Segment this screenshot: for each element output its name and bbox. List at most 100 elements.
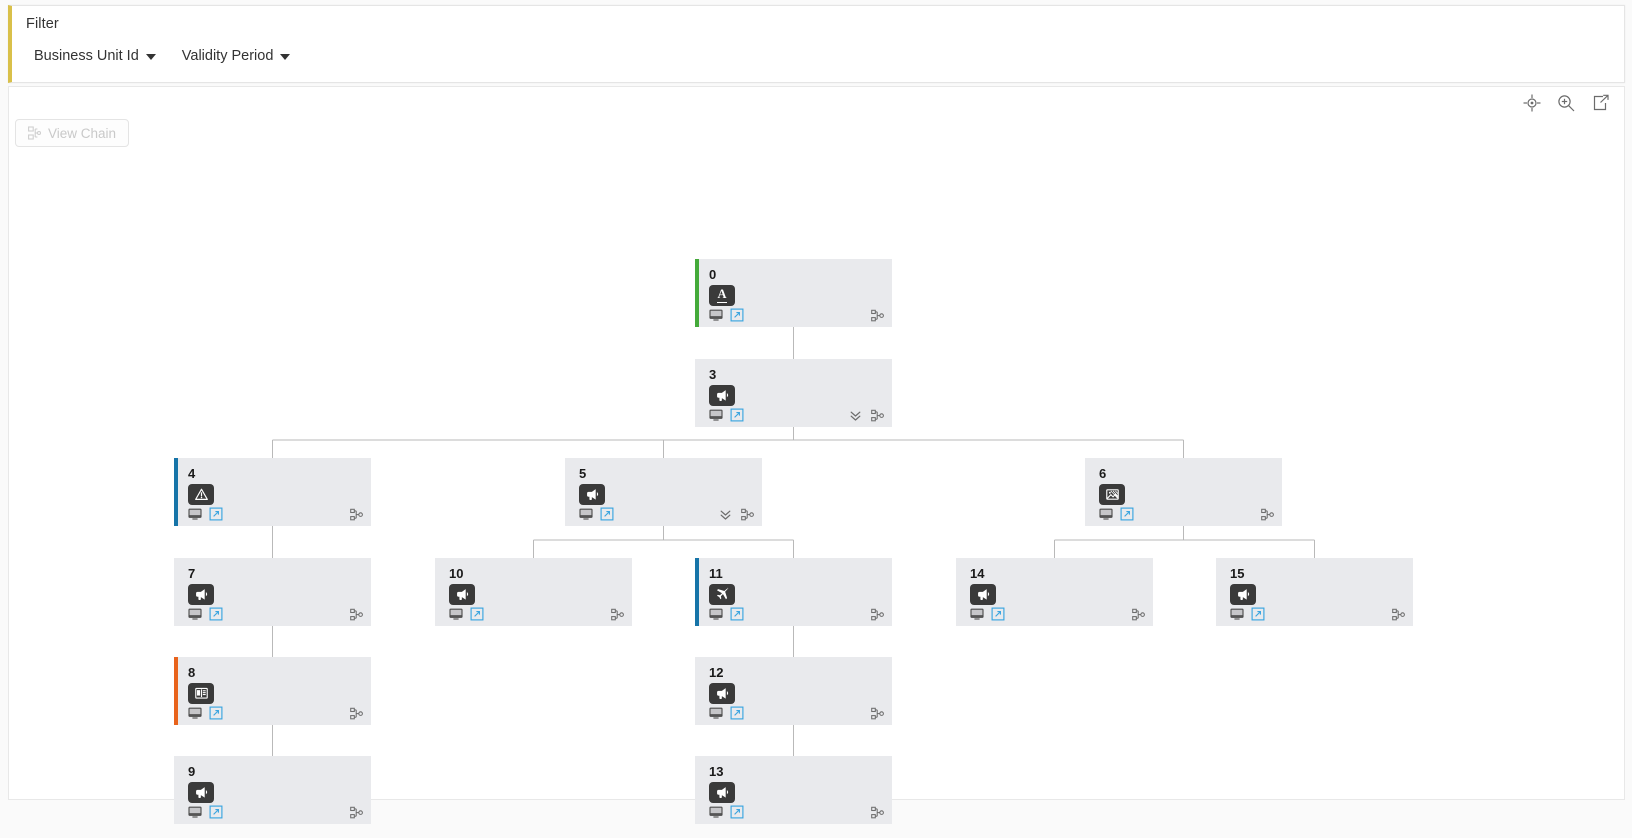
megaphone-icon xyxy=(579,484,605,505)
tree-node-footer xyxy=(188,507,223,521)
double-chevron-down-icon[interactable] xyxy=(718,507,733,522)
image-icon xyxy=(1099,484,1125,505)
tree-node-actions xyxy=(1392,608,1406,622)
hierarchy-icon[interactable] xyxy=(1392,608,1406,622)
tree-node-footer xyxy=(449,607,484,621)
tree-node-label: 5 xyxy=(579,466,587,481)
open-external-icon[interactable] xyxy=(1251,607,1265,621)
monitor-icon[interactable] xyxy=(1230,607,1244,621)
chart-canvas: View Chain 0 A 3 4 5 6 7 10 11 14 15 8 1… xyxy=(8,86,1625,824)
open-external-icon[interactable] xyxy=(730,706,744,720)
monitor-icon[interactable] xyxy=(709,607,723,621)
open-external-icon[interactable] xyxy=(470,607,484,621)
monitor-icon[interactable] xyxy=(188,607,202,621)
tree-node-10[interactable]: 10 xyxy=(435,558,632,626)
tree-node-9[interactable]: 9 xyxy=(174,756,371,824)
tree-node-label: 9 xyxy=(188,764,196,779)
tree-node-12[interactable]: 12 xyxy=(695,657,892,725)
tree-node-0[interactable]: 0A xyxy=(695,259,892,327)
open-external-icon[interactable] xyxy=(600,507,614,521)
hierarchy-icon[interactable] xyxy=(871,309,885,323)
filter-chip-validity-period[interactable]: Validity Period xyxy=(180,46,293,66)
filter-chip-list: Business Unit Id Validity Period xyxy=(32,46,292,66)
open-external-icon[interactable] xyxy=(209,507,223,521)
tree-node-label: 4 xyxy=(188,466,196,481)
megaphone-icon xyxy=(709,782,735,803)
tree-node-actions xyxy=(871,309,885,323)
tree-node-footer xyxy=(709,607,744,621)
chevron-down-icon xyxy=(145,54,156,60)
tree-node-label: 7 xyxy=(188,566,196,581)
tree-node-footer xyxy=(1230,607,1265,621)
tree-node-actions xyxy=(871,806,885,820)
monitor-icon[interactable] xyxy=(1099,507,1113,521)
hierarchy-icon[interactable] xyxy=(350,508,364,522)
tree-node-8[interactable]: 8 xyxy=(174,657,371,725)
monitor-icon[interactable] xyxy=(970,607,984,621)
megaphone-icon xyxy=(970,584,996,605)
tree-node-actions xyxy=(350,707,364,721)
monitor-icon[interactable] xyxy=(188,805,202,819)
tree-node-actions xyxy=(350,608,364,622)
open-external-icon[interactable] xyxy=(730,408,744,422)
open-external-icon[interactable] xyxy=(730,308,744,322)
airplane-icon xyxy=(709,584,735,605)
hierarchy-icon[interactable] xyxy=(871,409,885,423)
tree-node-14[interactable]: 14 xyxy=(956,558,1153,626)
hierarchy-icon[interactable] xyxy=(1261,508,1275,522)
double-chevron-down-icon[interactable] xyxy=(848,408,863,423)
tree-node-label: 12 xyxy=(709,665,724,680)
monitor-icon[interactable] xyxy=(709,408,723,422)
hierarchy-icon[interactable] xyxy=(871,806,885,820)
tree-node-footer xyxy=(709,308,744,322)
monitor-icon[interactable] xyxy=(709,308,723,322)
hierarchy-icon[interactable] xyxy=(350,608,364,622)
tree-node-footer xyxy=(188,706,223,720)
tree-node-4[interactable]: 4 xyxy=(174,458,371,526)
monitor-icon[interactable] xyxy=(188,507,202,521)
monitor-icon[interactable] xyxy=(579,507,593,521)
tree-node-actions xyxy=(871,707,885,721)
monitor-icon[interactable] xyxy=(709,706,723,720)
monitor-icon[interactable] xyxy=(188,706,202,720)
open-external-icon[interactable] xyxy=(209,607,223,621)
open-external-icon[interactable] xyxy=(991,607,1005,621)
open-external-icon[interactable] xyxy=(209,706,223,720)
tree-node-footer xyxy=(709,706,744,720)
tree-node-3[interactable]: 3 xyxy=(695,359,892,427)
tree-node-7[interactable]: 7 xyxy=(174,558,371,626)
open-external-icon[interactable] xyxy=(209,805,223,819)
hierarchy-icon[interactable] xyxy=(611,608,625,622)
monitor-icon[interactable] xyxy=(449,607,463,621)
open-external-icon[interactable] xyxy=(730,607,744,621)
hierarchy-icon[interactable] xyxy=(871,707,885,721)
tree-node-actions xyxy=(871,608,885,622)
app-root: Filter Business Unit Id Validity Period xyxy=(0,0,1632,838)
open-external-icon[interactable] xyxy=(730,805,744,819)
filter-chip-business-unit-id[interactable]: Business Unit Id xyxy=(32,46,158,66)
open-external-icon[interactable] xyxy=(1120,507,1134,521)
tree-node-15[interactable]: 15 xyxy=(1216,558,1413,626)
megaphone-icon xyxy=(188,584,214,605)
tree-node-13[interactable]: 13 xyxy=(695,756,892,824)
tree-node-actions xyxy=(718,507,755,522)
hierarchy-icon[interactable] xyxy=(1132,608,1146,622)
hierarchy-icon[interactable] xyxy=(350,707,364,721)
tree-node-actions xyxy=(611,608,625,622)
hierarchy-icon[interactable] xyxy=(871,608,885,622)
tree-node-label: 11 xyxy=(709,566,723,581)
hierarchy-icon[interactable] xyxy=(741,508,755,522)
filter-chip-label: Validity Period xyxy=(181,48,274,64)
tree-node-actions xyxy=(848,408,885,423)
tree-node-6[interactable]: 6 xyxy=(1085,458,1282,526)
tree-node-actions xyxy=(1261,508,1275,522)
filter-chip-label: Business Unit Id xyxy=(34,48,139,64)
monitor-icon[interactable] xyxy=(709,805,723,819)
filter-title: Filter xyxy=(26,16,59,32)
tree-node-label: 3 xyxy=(709,367,717,382)
tree-node-11[interactable]: 11 xyxy=(695,558,892,626)
tree-node-5[interactable]: 5 xyxy=(565,458,762,526)
book-icon xyxy=(188,683,214,704)
hierarchy-icon[interactable] xyxy=(350,806,364,820)
filter-panel: Filter Business Unit Id Validity Period xyxy=(8,5,1625,83)
